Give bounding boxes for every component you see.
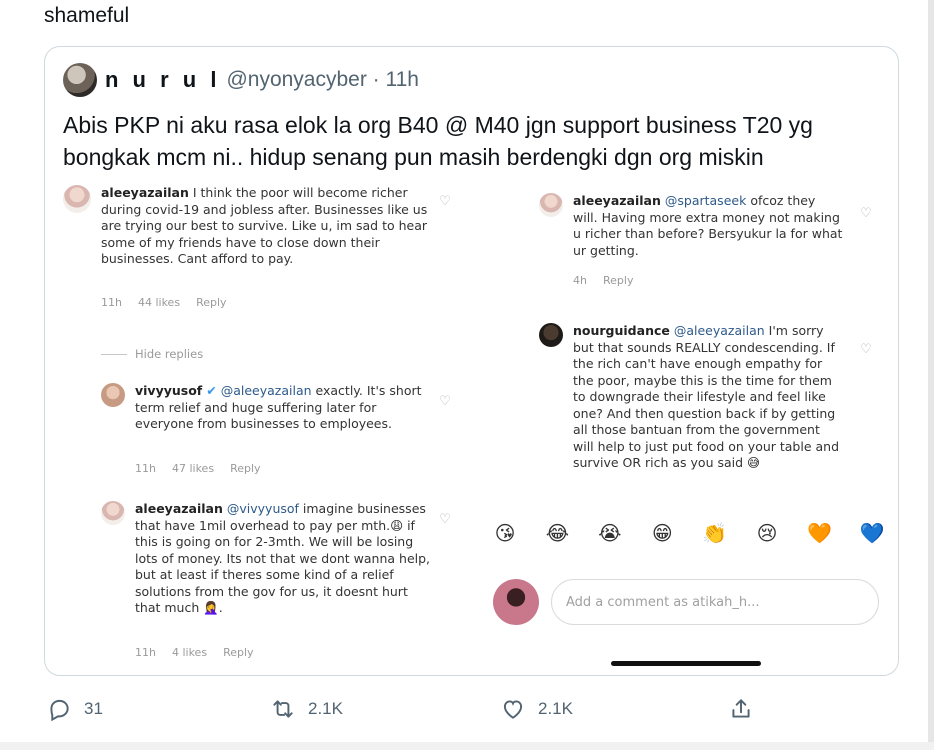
comment-time: 4h [573, 274, 587, 287]
comment-username: aleeyazailan [101, 185, 189, 200]
comment-username: aleeyazailan [573, 193, 661, 208]
add-comment-row: Add a comment as atikah_h... [493, 577, 883, 627]
home-indicator [611, 661, 761, 666]
tweet-text: shameful [44, 4, 130, 27]
comment-reply: Reply [223, 646, 254, 659]
author-handle-time: @nyonyacyber · 11h [226, 68, 419, 91]
emoji-blue-heart[interactable]: 💙 [858, 519, 886, 547]
avatar[interactable] [63, 63, 97, 97]
comment: nourguidance @aleeyazailan I'm sorry but … [539, 323, 879, 511]
comment-mention: @aleeyazailan [220, 383, 312, 398]
emoji-kiss[interactable]: 😘 [491, 519, 519, 547]
heart-icon: ♡ [439, 194, 451, 209]
comment-username: aleeyazailan [135, 501, 223, 516]
emoji-sad[interactable]: 😢 [753, 519, 781, 547]
comment-likes: 47 likes [171, 462, 215, 475]
comment-mention: @vivyyusof [226, 501, 299, 516]
emoji-grin[interactable]: 😁 [648, 519, 676, 547]
retweet-button[interactable]: 2.1K [270, 696, 343, 722]
heart-icon: ♡ [860, 342, 872, 357]
comment-mention: @spartaseek [664, 193, 747, 208]
like-button[interactable]: 2.1K [500, 696, 573, 722]
emoji-cry[interactable]: 😭 [596, 519, 624, 547]
comment-reply: Reply [602, 274, 634, 287]
comment-time: 11h [135, 462, 156, 475]
avatar [101, 501, 125, 525]
comment-username: vivyyusof [135, 383, 203, 398]
scrollbar-track [928, 0, 934, 750]
comment-likes: 4 likes [171, 646, 208, 659]
comment-username: nourguidance [573, 323, 670, 338]
emoji-reaction-row: 😘 😂 😭 😁 👏 😢 🧡 💙 [491, 519, 886, 547]
avatar [539, 323, 563, 347]
retweet-icon [273, 700, 293, 718]
heart-icon: ♡ [860, 206, 872, 221]
comment-text: imagine businesses that have 1mil overhe… [135, 501, 431, 615]
quoted-tweet[interactable]: n u r u l @nyonyacyber · 11h Abis PKP ni… [44, 46, 899, 676]
comment-time: 11h [135, 646, 156, 659]
heart-icon [503, 700, 523, 719]
reply-button[interactable]: 31 [46, 696, 103, 722]
comment-time: 11h [101, 296, 122, 309]
heart-icon: ♡ [439, 512, 451, 527]
quoted-tweet-text: Abis PKP ni aku rasa elok la org B40 @ M… [63, 112, 813, 170]
add-comment-input[interactable]: Add a comment as atikah_h... [551, 579, 879, 625]
divider [0, 742, 934, 750]
avatar [539, 193, 563, 217]
reply-count: 31 [84, 699, 103, 718]
reply-icon [50, 699, 69, 722]
avatar [493, 579, 539, 625]
avatar [101, 383, 125, 407]
share-icon [732, 699, 750, 718]
share-button[interactable] [728, 696, 766, 722]
avatar [63, 185, 91, 213]
author-name[interactable]: n u r u l [105, 67, 220, 93]
comment-reply: Reply [196, 296, 227, 309]
emoji-laugh[interactable]: 😂 [543, 519, 571, 547]
comment-mention: @aleeyazailan [673, 323, 765, 338]
instagram-screenshot: aleeyazailan I think the poor will become… [45, 179, 898, 675]
emoji-clap[interactable]: 👏 [701, 519, 729, 547]
comment-text: I'm sorry but that sounds REALLY condesc… [573, 323, 840, 470]
emoji-orange-heart[interactable]: 🧡 [806, 519, 834, 547]
retweet-count: 2.1K [308, 699, 343, 718]
hide-replies: Hide replies [101, 347, 203, 361]
like-count: 2.1K [538, 699, 573, 718]
quoted-tweet-header: n u r u l @nyonyacyber · 11h [63, 63, 419, 97]
comment-likes: 44 likes [137, 296, 181, 309]
comment-reply: Reply [230, 462, 261, 475]
heart-icon: ♡ [439, 394, 451, 409]
tweet-actions: 31 2.1K 2.1K [44, 696, 764, 726]
